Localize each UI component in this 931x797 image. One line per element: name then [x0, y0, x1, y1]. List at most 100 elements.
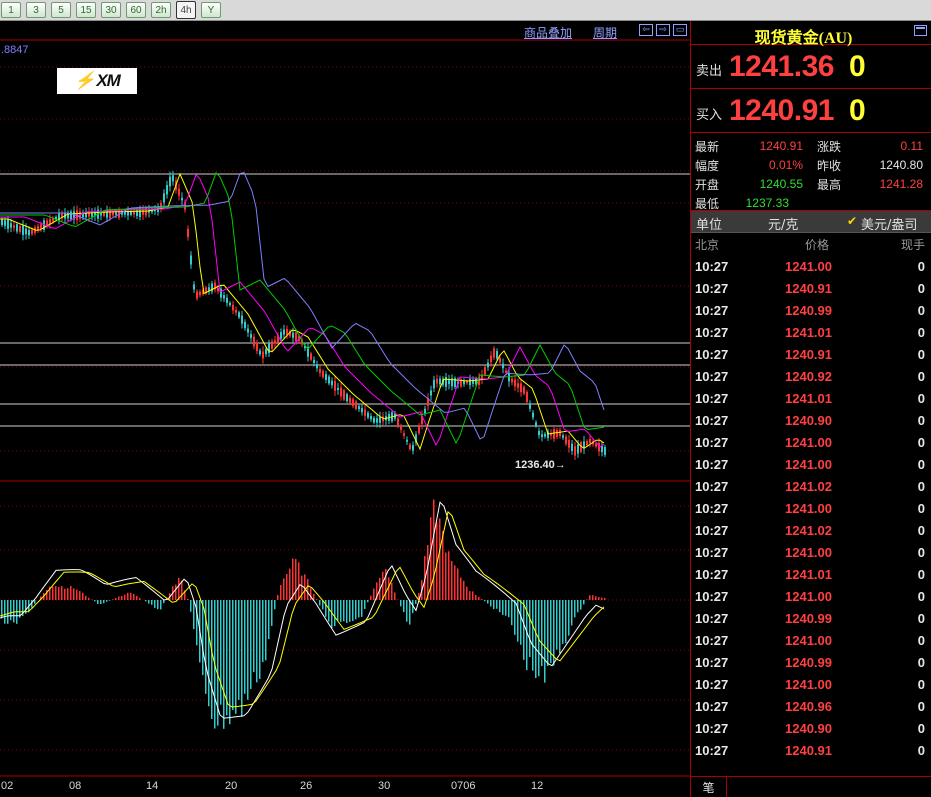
- trade-row: 10:27 1240.90 0: [691, 717, 931, 739]
- period-button-5[interactable]: 5: [51, 2, 71, 18]
- candle-body: [358, 406, 360, 410]
- macd-bar-positive: [178, 577, 180, 600]
- macd-bar-positive: [310, 588, 312, 600]
- trade-time: 10:27: [695, 303, 729, 318]
- macd-bar-positive: [370, 595, 372, 600]
- period-button-60[interactable]: 60: [126, 2, 146, 18]
- candle-body: [589, 438, 591, 444]
- macd-bar-positive: [61, 586, 63, 600]
- trade-row: 10:27 1240.91 0: [691, 739, 931, 761]
- macd-bar-positive: [124, 594, 126, 600]
- trade-time: 10:27: [695, 523, 729, 538]
- trade-volume: 0: [917, 391, 925, 406]
- quote-stats: 最新 1240.91 涨跌 0.11 幅度 0.01% 昨收 1240.80 开…: [691, 133, 931, 211]
- volume-column-header: 现手: [900, 238, 925, 252]
- macd-bar-negative: [97, 600, 99, 604]
- trade-row: 10:27 1240.92 0: [691, 365, 931, 387]
- chart-canvas[interactable]: [0, 21, 690, 797]
- candle-body: [124, 212, 126, 215]
- trade-volume: 0: [917, 457, 925, 472]
- macd-bar-positive: [601, 597, 603, 600]
- candle-body: [139, 208, 141, 218]
- candle-body: [577, 444, 579, 454]
- trade-time: 10:27: [695, 457, 729, 472]
- trade-list[interactable]: 10:27 1241.00 0 10:27 1240.91 0 10:27 1240.99 0 1…: [691, 255, 931, 761]
- trade-time: 10:27: [695, 281, 729, 296]
- candle-body: [25, 228, 27, 235]
- unit-option-gram[interactable]: 元/克: [768, 214, 798, 233]
- candle-body: [163, 193, 165, 203]
- candle-body: [196, 291, 198, 299]
- macd-bar-positive: [67, 588, 69, 600]
- period-button-3[interactable]: 3: [26, 2, 46, 18]
- period-button-15[interactable]: 15: [76, 2, 96, 18]
- macd-bar-negative: [535, 600, 537, 679]
- candle-body: [373, 417, 375, 423]
- candle-body: [364, 409, 366, 416]
- candle-body: [439, 378, 441, 385]
- trade-volume: 0: [917, 743, 925, 758]
- macd-bar-positive: [175, 584, 177, 600]
- candle-body: [502, 363, 504, 369]
- candle-body: [367, 412, 369, 418]
- period-button-Y[interactable]: Y: [201, 2, 221, 18]
- period-button-30[interactable]: 30: [101, 2, 121, 18]
- macd-bar-negative: [577, 600, 579, 613]
- candle-body: [490, 355, 492, 363]
- candle-body: [418, 425, 420, 434]
- macd-bar-positive: [187, 598, 189, 600]
- scroll-right-icon[interactable]: ⇨: [656, 24, 670, 36]
- candle-body: [250, 334, 252, 338]
- candle-body: [130, 211, 132, 215]
- candle-body: [7, 219, 9, 229]
- macd-bar-negative: [340, 600, 342, 622]
- period-menu-link[interactable]: 周期: [593, 24, 617, 41]
- macd-bar-positive: [466, 586, 468, 600]
- window-icon[interactable]: [914, 25, 927, 36]
- sell-price: 1241.36: [729, 50, 834, 83]
- scroll-left-icon[interactable]: ⇦: [639, 24, 653, 36]
- candle-body: [349, 397, 351, 403]
- date-label: 0706: [451, 780, 476, 792]
- macd-bar-negative: [148, 600, 150, 604]
- trade-row: 10:27 1241.00 0: [691, 673, 931, 695]
- period-button-4h[interactable]: 4h: [176, 1, 196, 19]
- macd-bar-negative: [193, 600, 195, 630]
- macd-bar-negative: [358, 600, 360, 618]
- macd-bar-negative: [415, 600, 417, 604]
- macd-bar-positive: [292, 558, 294, 600]
- macd-bar-negative: [106, 600, 108, 602]
- trade-row: 10:27 1241.01 0: [691, 563, 931, 585]
- macd-bar-negative: [364, 600, 366, 609]
- macd-bar-negative: [574, 600, 576, 618]
- macd-bar-negative: [160, 600, 162, 610]
- trade-time: 10:27: [695, 325, 729, 340]
- maximize-icon[interactable]: ▭: [673, 24, 687, 36]
- candle-body: [244, 321, 246, 329]
- trade-price: 1240.91: [785, 281, 832, 296]
- trade-volume: 0: [917, 347, 925, 362]
- quote-panel: 现货黄金(AU) 卖出 1241.36 0 买入 1240.91 0 最新 12…: [690, 21, 931, 797]
- candle-body: [403, 433, 405, 436]
- price-chart[interactable]: 商品叠加 周期 ⇦ ⇨ ▭ .8847 ⚡ XM 1236.40→ 02 08 1…: [0, 21, 690, 797]
- macd-bar-positive: [481, 599, 483, 600]
- macd-bar-positive: [286, 574, 288, 600]
- trade-time: 10:27: [695, 369, 729, 384]
- candle-body: [199, 291, 201, 296]
- tab-trades[interactable]: 笔: [691, 777, 727, 797]
- trade-volume: 0: [917, 259, 925, 274]
- overlay-menu-link[interactable]: 商品叠加: [524, 24, 572, 41]
- period-button-2h[interactable]: 2h: [151, 2, 171, 18]
- trade-price: 1241.01: [785, 391, 832, 406]
- trade-volume: 0: [917, 545, 925, 560]
- period-button-1[interactable]: 1: [1, 2, 21, 18]
- macd-bar-negative: [400, 600, 402, 607]
- macd-bar-negative: [490, 600, 492, 607]
- unit-option-ounce[interactable]: 美元/盎司: [861, 214, 917, 233]
- macd-bar-positive: [451, 561, 453, 600]
- prev-close-value: 1240.80: [879, 158, 923, 172]
- candle-body: [448, 380, 450, 385]
- time-column-header: 北京: [695, 238, 720, 252]
- change-label: 涨跌: [817, 140, 842, 154]
- candle-body: [172, 175, 174, 182]
